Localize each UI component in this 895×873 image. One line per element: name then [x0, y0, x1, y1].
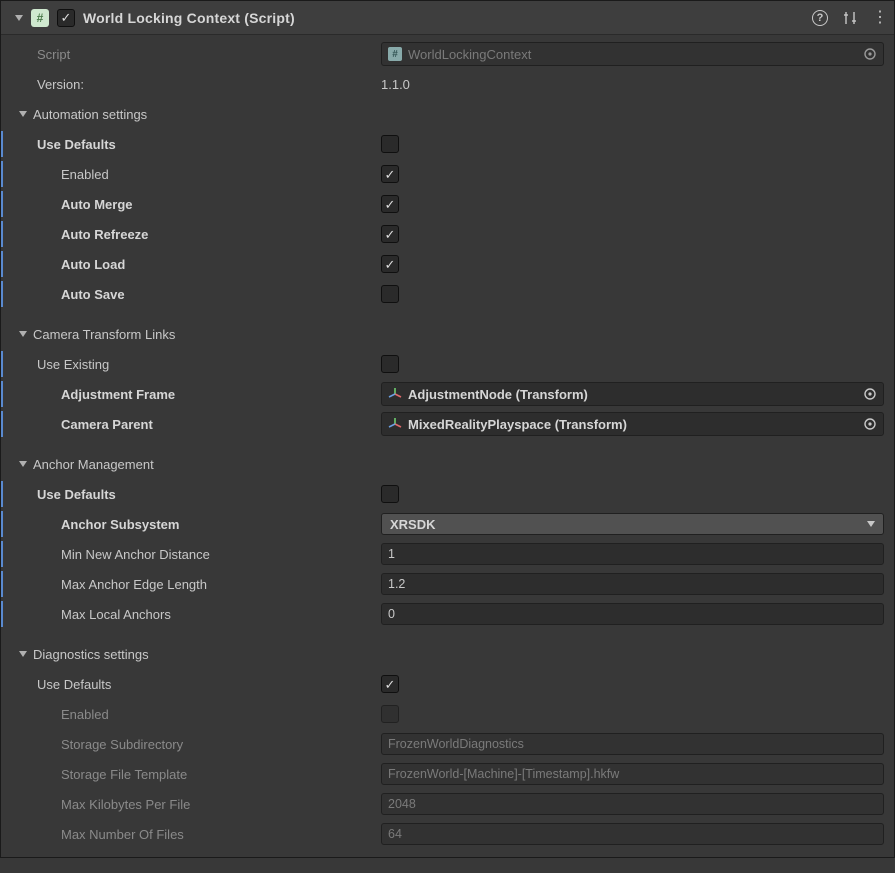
anchor-subsystem-dropdown[interactable]: XRSDK — [381, 513, 884, 535]
script-type-icon: # — [31, 9, 49, 27]
component-panel: # ✓ World Locking Context (Script) ? ⋮ S… — [0, 0, 895, 858]
camera-use-existing-checkbox[interactable] — [381, 355, 399, 373]
component-foldout-icon[interactable] — [15, 15, 23, 21]
automation-foldout-icon[interactable] — [19, 111, 27, 117]
diagnostics-maxfiles-label: Max Number Of Files — [15, 827, 381, 842]
object-picker-icon[interactable] — [861, 45, 879, 63]
camera-header[interactable]: Camera Transform Links — [33, 327, 175, 342]
camera-foldout-icon[interactable] — [19, 331, 27, 337]
diagnostics-foldout-icon[interactable] — [19, 651, 27, 657]
help-icon[interactable]: ? — [812, 10, 828, 26]
csharp-script-icon: # — [388, 47, 402, 61]
automation-enabled-label: Enabled — [15, 167, 381, 182]
anchor-mindist-label: Min New Anchor Distance — [15, 547, 381, 562]
anchor-maxlocal-input[interactable]: 0 — [381, 603, 884, 625]
diagnostics-template-input: FrozenWorld-[Machine]-[Timestamp].hkfw — [381, 763, 884, 785]
script-label: Script — [15, 47, 381, 62]
camera-parent-label: Camera Parent — [15, 417, 381, 432]
diagnostics-enabled-label: Enabled — [15, 707, 381, 722]
anchor-subsystem-value: XRSDK — [390, 517, 436, 532]
diagnostics-maxkb-label: Max Kilobytes Per File — [15, 797, 381, 812]
automation-autorefreeze-label: Auto Refreeze — [15, 227, 381, 242]
diagnostics-maxkb-input: 2048 — [381, 793, 884, 815]
anchor-subsystem-label: Anchor Subsystem — [15, 517, 381, 532]
object-picker-icon[interactable] — [861, 415, 879, 433]
automation-automerge-label: Auto Merge — [15, 197, 381, 212]
transform-icon — [388, 387, 402, 401]
version-value: 1.1.0 — [381, 77, 884, 92]
component-enabled-checkbox[interactable]: ✓ — [57, 9, 75, 27]
camera-parent-value: MixedRealityPlayspace (Transform) — [408, 417, 627, 432]
anchor-maxedge-input[interactable]: 1.2 — [381, 573, 884, 595]
dropdown-caret-icon — [867, 521, 875, 527]
diagnostics-header[interactable]: Diagnostics settings — [33, 647, 149, 662]
automation-autosave-checkbox[interactable] — [381, 285, 399, 303]
diagnostics-use-defaults-label: Use Defaults — [15, 677, 381, 692]
anchor-maxlocal-label: Max Local Anchors — [15, 607, 381, 622]
script-field-value: WorldLockingContext — [408, 47, 531, 62]
anchor-use-defaults-checkbox[interactable] — [381, 485, 399, 503]
version-label: Version: — [15, 77, 381, 92]
transform-icon — [388, 417, 402, 431]
anchor-use-defaults-label: Use Defaults — [15, 487, 381, 502]
context-menu-icon[interactable]: ⋮ — [872, 10, 888, 26]
object-picker-icon[interactable] — [861, 385, 879, 403]
adjustment-frame-label: Adjustment Frame — [15, 387, 381, 402]
automation-use-defaults-checkbox[interactable] — [381, 135, 399, 153]
component-title: World Locking Context (Script) — [83, 10, 295, 26]
automation-header[interactable]: Automation settings — [33, 107, 147, 122]
script-field: # WorldLockingContext — [381, 42, 884, 66]
automation-autosave-label: Auto Save — [15, 287, 381, 302]
automation-autorefreeze-checkbox[interactable]: ✓ — [381, 225, 399, 243]
automation-autoload-label: Auto Load — [15, 257, 381, 272]
diagnostics-maxfiles-input: 64 — [381, 823, 884, 845]
adjustment-frame-value: AdjustmentNode (Transform) — [408, 387, 588, 402]
diagnostics-enabled-checkbox — [381, 705, 399, 723]
automation-automerge-checkbox[interactable]: ✓ — [381, 195, 399, 213]
anchor-mindist-input[interactable]: 1 — [381, 543, 884, 565]
anchor-header[interactable]: Anchor Management — [33, 457, 154, 472]
camera-use-existing-label: Use Existing — [15, 357, 381, 372]
automation-use-defaults-label: Use Defaults — [15, 137, 381, 152]
component-header[interactable]: # ✓ World Locking Context (Script) ? ⋮ — [1, 1, 894, 35]
adjustment-frame-field[interactable]: AdjustmentNode (Transform) — [381, 382, 884, 406]
automation-autoload-checkbox[interactable]: ✓ — [381, 255, 399, 273]
anchor-maxedge-label: Max Anchor Edge Length — [15, 577, 381, 592]
diagnostics-template-label: Storage File Template — [15, 767, 381, 782]
anchor-foldout-icon[interactable] — [19, 461, 27, 467]
diagnostics-subdir-input: FrozenWorldDiagnostics — [381, 733, 884, 755]
diagnostics-use-defaults-checkbox[interactable]: ✓ — [381, 675, 399, 693]
camera-parent-field[interactable]: MixedRealityPlayspace (Transform) — [381, 412, 884, 436]
automation-enabled-checkbox[interactable]: ✓ — [381, 165, 399, 183]
preset-icon[interactable] — [842, 10, 858, 26]
diagnostics-subdir-label: Storage Subdirectory — [15, 737, 381, 752]
